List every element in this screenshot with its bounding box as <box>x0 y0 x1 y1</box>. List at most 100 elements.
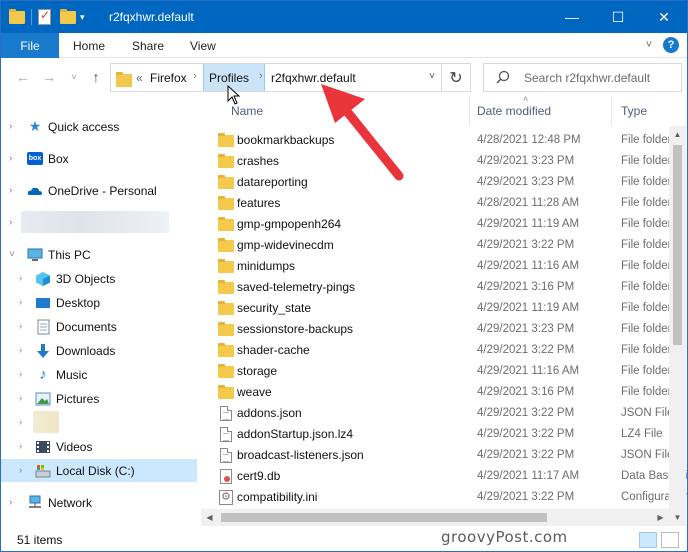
file-row[interactable]: saved-telemetry-pings 4/29/2021 3:16 PM Fi… <box>201 277 687 298</box>
file-row[interactable]: minidumps 4/29/2021 11:16 AM File folder <box>201 256 687 277</box>
file-row[interactable]: features 4/28/2021 11:28 AM File folder <box>201 193 687 214</box>
title-bar[interactable]: ▾ r2fqxhwr.default — ☐ ✕ <box>1 1 687 33</box>
breadcrumb-current[interactable]: r2fqxhwr.default <box>271 71 356 85</box>
nav-item-this-pc[interactable]: ˅ This PC <box>1 243 197 266</box>
breadcrumb-separator[interactable]: › <box>193 70 197 82</box>
expand-icon[interactable]: › <box>19 417 29 428</box>
expand-icon[interactable]: › <box>9 121 19 132</box>
minimize-button[interactable]: — <box>549 1 595 33</box>
file-row[interactable]: gmp-widevinecdm 4/29/2021 3:22 PM File fol… <box>201 235 687 256</box>
expand-icon[interactable]: › <box>19 273 29 284</box>
file-row[interactable]: addons.json 4/29/2021 3:22 PM JSON File <box>201 403 687 424</box>
customize-toolbar-icon[interactable]: ▾ <box>80 12 85 23</box>
tab-share[interactable]: Share <box>132 39 164 53</box>
ribbon-right-controls: ˅ ? <box>641 37 679 53</box>
file-row[interactable]: cert9.db4/29/2021 11:17 AMData Base File <box>201 466 687 487</box>
column-divider[interactable] <box>469 96 470 126</box>
breadcrumb-overflow[interactable]: « <box>136 71 143 85</box>
nav-item-downloads[interactable]: › Downloads <box>1 339 197 362</box>
file-row[interactable]: storage 4/29/2021 11:16 AM File folder <box>201 361 687 382</box>
breadcrumb-profiles[interactable]: Profiles <box>209 71 249 85</box>
nav-item-network[interactable]: › Network <box>1 491 197 514</box>
expand-icon[interactable]: › <box>19 321 29 332</box>
nav-item-label: Box <box>48 151 69 166</box>
file-name: features <box>237 196 281 210</box>
new-folder-icon[interactable] <box>60 9 76 25</box>
refresh-button[interactable]: ↻ <box>441 63 471 92</box>
scroll-left-button[interactable]: ◀ <box>201 509 218 526</box>
nav-item-documents[interactable]: › Documents <box>1 315 197 338</box>
column-divider[interactable] <box>611 96 612 126</box>
file-row[interactable]: shader-cache 4/29/2021 3:22 PM File folder <box>201 340 687 361</box>
nav-item-pictures[interactable]: › Pictures <box>1 387 197 410</box>
expand-icon[interactable]: › <box>9 217 19 228</box>
column-header-date[interactable]: Date modified <box>477 96 551 126</box>
nav-item-box[interactable]: › box Box <box>1 147 197 170</box>
file-row[interactable]: addonStartup.json.lz4 4/29/2021 3:22 PM LZ… <box>201 424 687 445</box>
file-row[interactable]: security_state 4/29/2021 11:19 AM File fol… <box>201 298 687 319</box>
forward-button[interactable]: → <box>40 68 58 86</box>
file-row[interactable]: bookmarkbackups 4/28/2021 12:48 PM File fo… <box>201 130 687 151</box>
nav-item-label: Videos <box>56 439 93 454</box>
file-row[interactable]: broadcast-listeners.json 4/29/2021 3:22 P… <box>201 445 687 466</box>
address-dropdown-icon[interactable]: ˅ <box>429 71 435 82</box>
nav-item-videos[interactable]: › Videos <box>1 435 197 458</box>
expand-icon[interactable]: › <box>19 369 29 380</box>
expand-icon[interactable]: › <box>9 185 19 196</box>
horizontal-scrollbar[interactable]: ◀ ▶ <box>201 509 669 526</box>
nav-item-music[interactable]: › ♪ Music <box>1 363 197 386</box>
file-row[interactable]: crashes 4/29/2021 3:23 PM File folder <box>201 151 687 172</box>
scroll-down-button[interactable]: ▼ <box>669 509 686 526</box>
vertical-scrollbar[interactable]: ▲ ▼ <box>669 126 686 526</box>
close-button[interactable]: ✕ <box>641 1 687 33</box>
file-row[interactable]: gmp-gmpopenh264 4/29/2021 11:19 AM File fo… <box>201 214 687 235</box>
tab-file[interactable]: File <box>1 33 59 58</box>
nav-item-quick-access[interactable]: › ★ Quick access <box>1 115 197 138</box>
file-row[interactable]: datareporting 4/29/2021 3:23 PM File folde… <box>201 172 687 193</box>
maximize-button[interactable]: ☐ <box>595 1 641 33</box>
tab-view[interactable]: View <box>190 39 216 53</box>
file-row[interactable]: weave 4/29/2021 3:16 PM File folder <box>201 382 687 403</box>
tab-home[interactable]: Home <box>73 39 105 53</box>
nav-item-local-disk[interactable]: › Local Disk (C:) <box>1 459 197 482</box>
recent-locations-button[interactable]: ˅ <box>65 68 83 86</box>
expand-icon[interactable]: › <box>19 465 29 476</box>
vertical-scroll-thumb[interactable] <box>673 145 682 345</box>
expand-icon[interactable]: › <box>9 497 19 508</box>
help-icon[interactable]: ? <box>663 37 679 53</box>
nav-item-3d-objects[interactable]: › 3D Objects <box>1 267 197 290</box>
expand-icon[interactable]: › <box>19 297 29 308</box>
nav-item-onedrive[interactable]: › OneDrive - Personal <box>1 179 197 202</box>
back-button[interactable]: ← <box>14 68 32 86</box>
file-date-modified: 4/29/2021 11:19 AM <box>477 218 580 230</box>
search-placeholder: Search r2fqxhwr.default <box>524 71 651 85</box>
expand-icon[interactable]: › <box>19 441 29 452</box>
nav-item-label: Quick access <box>48 119 120 134</box>
details-view-button[interactable] <box>639 532 657 548</box>
file-row[interactable]: compatibility.ini4/29/2021 3:22 PMConfig… <box>201 487 687 508</box>
properties-icon[interactable] <box>38 8 54 25</box>
expand-ribbon-icon[interactable]: ˅ <box>641 37 657 53</box>
nav-item-label: Documents <box>56 319 117 334</box>
collapse-icon[interactable]: ˅ <box>9 249 19 260</box>
search-box[interactable]: Search r2fqxhwr.default <box>483 63 682 92</box>
nav-item-label: Music <box>56 367 88 382</box>
file-type: File folder <box>621 365 672 377</box>
expand-icon[interactable]: › <box>9 153 19 164</box>
address-bar[interactable]: « Firefox › Profiles › r2fqxhwr.default … <box>110 63 442 92</box>
scroll-right-button[interactable]: ▶ <box>652 509 669 526</box>
scroll-up-button[interactable]: ▲ <box>669 126 686 143</box>
breadcrumb-separator[interactable]: › <box>259 70 263 82</box>
large-icons-view-button[interactable] <box>661 532 679 548</box>
up-button[interactable]: ↑ <box>87 68 105 86</box>
file-row[interactable]: sessionstore-backups 4/29/2021 3:23 PM Fil… <box>201 319 687 340</box>
nav-item-hidden[interactable]: › <box>1 211 197 234</box>
nav-item-desktop[interactable]: › Desktop <box>1 291 197 314</box>
expand-icon[interactable]: › <box>19 345 29 356</box>
nav-item-hidden[interactable]: › <box>1 411 197 434</box>
horizontal-scroll-thumb[interactable] <box>221 513 547 522</box>
expand-icon[interactable]: › <box>19 393 29 404</box>
redacted-item <box>33 411 59 433</box>
column-header-type[interactable]: Type <box>621 96 647 126</box>
breadcrumb-firefox[interactable]: Firefox <box>150 71 187 85</box>
